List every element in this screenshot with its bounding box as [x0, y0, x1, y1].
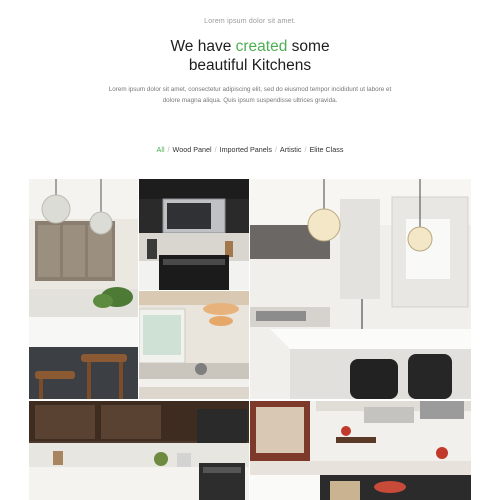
filter-separator: / — [274, 145, 277, 154]
kitchen-photo — [139, 291, 249, 399]
gallery-item-white-island[interactable] — [250, 179, 471, 399]
gallery-item-dark-wood[interactable] — [29, 401, 249, 500]
kitchen-photo — [250, 179, 471, 399]
kitchen-photo — [29, 401, 249, 500]
gallery-item-microwave-stove[interactable] — [139, 179, 249, 290]
section-eyebrow: Lorem ipsum dolor sit amet. — [204, 18, 296, 25]
filter-separator: / — [304, 145, 307, 154]
title-part-2: some — [291, 38, 330, 55]
title-part-1: We have — [170, 38, 232, 55]
filter-artistic[interactable]: Artistic — [280, 145, 302, 154]
section-title: We have created some beautiful Kitchens — [0, 37, 500, 75]
filter-imported-panels[interactable]: Imported Panels — [220, 145, 272, 154]
gallery-item-kitchen-pendants[interactable] — [29, 179, 138, 399]
section-description: Lorem ipsum dolor sit amet, consectetur … — [108, 86, 392, 104]
kitchen-photo — [139, 179, 249, 290]
gallery-item-red-accents[interactable] — [250, 401, 471, 500]
title-line-2: beautiful Kitchens — [188, 57, 312, 74]
filter-separator: / — [167, 145, 170, 154]
filter-wood-panel[interactable]: Wood Panel — [173, 145, 212, 154]
gallery-item-copper-lights[interactable] — [139, 291, 249, 399]
filter-separator: / — [214, 145, 217, 154]
kitchen-photo — [250, 401, 471, 500]
portfolio-filter-nav: All / Wood Panel / Imported Panels / Artistic /… — [0, 145, 500, 154]
kitchen-photo — [29, 179, 138, 399]
title-accent-word: created — [235, 38, 288, 55]
filter-all[interactable]: All — [157, 145, 165, 154]
filter-elite-class[interactable]: Elite Class — [309, 145, 343, 154]
